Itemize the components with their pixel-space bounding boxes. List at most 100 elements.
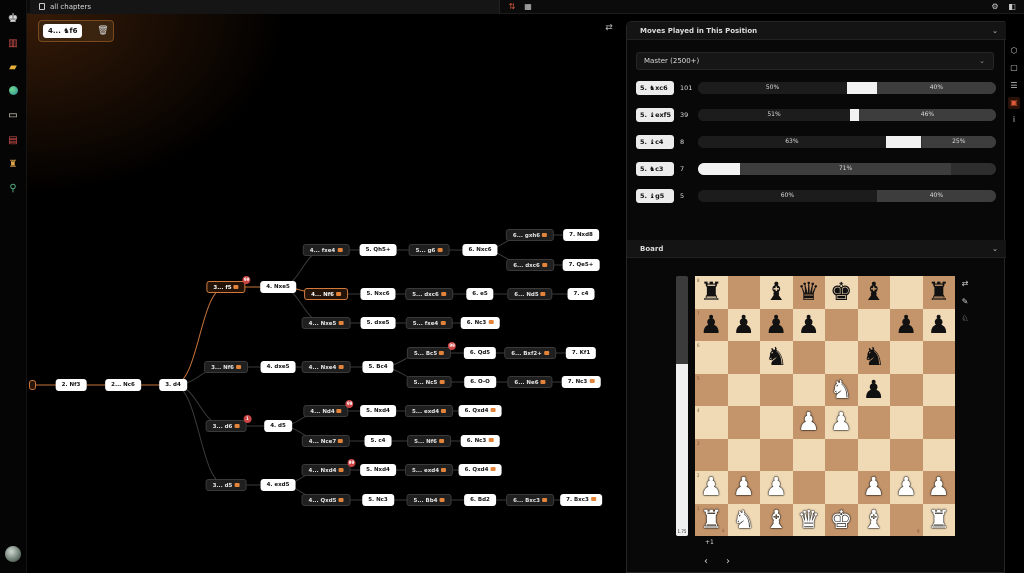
board-square[interactable]: [890, 438, 923, 471]
white-knight-piece[interactable]: ♞: [728, 504, 761, 537]
board-square[interactable]: [727, 341, 760, 374]
tree-node[interactable]: 7. Kf1: [565, 347, 597, 359]
board-square[interactable]: [922, 373, 955, 406]
comment-icon[interactable]: ▢: [1008, 62, 1020, 74]
tree-node[interactable]: 3... d6 1: [205, 415, 252, 432]
move-button[interactable]: 5. ♞c3: [636, 162, 674, 176]
black-pawn-piece[interactable]: ♟: [858, 374, 891, 407]
tree-node[interactable]: 3... Nf6: [204, 361, 248, 373]
tree-node[interactable]: 4. exd5: [260, 479, 296, 491]
tree-node[interactable]: 4. Nxe5: [260, 281, 296, 293]
black-rook-piece[interactable]: ♜: [923, 276, 956, 309]
book-icon[interactable]: ▭: [7, 110, 19, 122]
board-square[interactable]: [857, 406, 890, 439]
board-square[interactable]: [890, 406, 923, 439]
tree-node[interactable]: 4... Nxe5: [301, 317, 351, 329]
move-stat-row[interactable]: 5. ♝c4 8 63% 25%: [636, 135, 996, 149]
tree-node[interactable]: 6. Nc3: [460, 317, 500, 329]
move-button[interactable]: 5. ♝exf5: [636, 108, 674, 122]
board-square[interactable]: [760, 373, 793, 406]
white-king-piece[interactable]: ♚: [825, 504, 858, 537]
board-square[interactable]: [857, 438, 890, 471]
pencil-icon[interactable]: ✎: [960, 297, 970, 307]
tree-node[interactable]: 5... g6: [408, 244, 450, 256]
chess-board[interactable]: ♜ ♝ ♛ ♚ ♝ ♜ ♟ ♟ ♟ ♟ ♟ ♟ ♞ ♞ ♞ ♟ ♟ ♟ ♟ ♟ ♟ ♟ ♟ ♟ ♜ ♞ ♝ ♛ ♚ ♝ ♜ 8 7 6 5 4 3 2 1 a…: [695, 276, 955, 536]
board-view-icon[interactable]: ▦: [523, 2, 533, 12]
tree-node[interactable]: 5. Bc4: [362, 361, 394, 373]
move-stat-row[interactable]: 5. ♝exf5 39 51% 46%: [636, 108, 996, 122]
white-pawn-piece[interactable]: ♟: [825, 406, 858, 439]
move-stat-row[interactable]: 5. ♞xc6 101 50% 40%: [636, 81, 996, 95]
tree-node[interactable]: 5... fxe4: [405, 317, 453, 329]
flip-board-icon[interactable]: ⇄: [960, 279, 970, 289]
board-square[interactable]: [760, 406, 793, 439]
black-bishop-piece[interactable]: ♝: [760, 276, 793, 309]
tree-node[interactable]: 6. Qxd4: [458, 405, 502, 417]
tree-node[interactable]: 6. Qxd4: [458, 464, 502, 476]
black-pawn-piece[interactable]: ♟: [728, 309, 761, 342]
tree-node[interactable]: 7. Nxd8: [563, 229, 599, 241]
black-queen-piece[interactable]: ♛: [793, 276, 826, 309]
white-pawn-piece[interactable]: ♟: [760, 471, 793, 504]
library-icon[interactable]: ▥: [7, 38, 19, 50]
tree-node[interactable]: 4... Nd4 99: [303, 400, 354, 417]
cube-icon[interactable]: ⬡: [1008, 45, 1020, 57]
tree-node[interactable]: 7. c4: [567, 288, 595, 300]
tree-node[interactable]: 5. Qh5+: [359, 244, 397, 256]
tree-node[interactable]: 5... Bc5 99: [406, 342, 457, 359]
tree-node[interactable]: 6. Qd5: [463, 347, 497, 359]
white-queen-piece[interactable]: ♛: [793, 504, 826, 537]
tree-node[interactable]: 6... dxc6: [506, 259, 554, 271]
tree-node[interactable]: 3. d4: [159, 379, 187, 391]
swap-icon[interactable]: ⇄: [603, 23, 615, 35]
white-pawn-piece[interactable]: ♟: [890, 471, 923, 504]
board-square[interactable]: [890, 276, 923, 309]
globe-icon[interactable]: [7, 86, 19, 98]
move-button[interactable]: 5. ♝g5: [636, 189, 674, 203]
rating-filter-select[interactable]: Master (2500+) ⌄: [636, 52, 994, 70]
move-button[interactable]: 5. ♞xc6: [636, 81, 674, 95]
white-pawn-piece[interactable]: ♟: [923, 471, 956, 504]
black-knight-piece[interactable]: ♞: [858, 341, 891, 374]
move-stat-row[interactable]: 5. ♝g5 5 60% 40%: [636, 189, 996, 203]
white-knight-piece[interactable]: ♞: [825, 374, 858, 407]
move-button[interactable]: 5. ♝c4: [636, 135, 674, 149]
board-square[interactable]: [760, 438, 793, 471]
board-icon[interactable]: ▤: [7, 135, 19, 147]
board-square[interactable]: [890, 373, 923, 406]
tree-node[interactable]: 4... Nce7: [301, 435, 351, 447]
tree-node[interactable]: 4... Qxd5: [301, 494, 351, 506]
board-square[interactable]: [825, 471, 858, 504]
board-square[interactable]: [727, 276, 760, 309]
chevron-left-icon[interactable]: ‹: [701, 556, 711, 567]
chevron-down-icon[interactable]: ⌄: [992, 22, 998, 40]
tree-node[interactable]: 5. Nxc6: [360, 288, 396, 300]
trash-icon[interactable]: 🗑: [97, 25, 109, 37]
tree-node[interactable]: 5. Nxd4: [360, 405, 396, 417]
move-stat-row[interactable]: 5. ♞c3 7 71%: [636, 162, 996, 176]
tree-node[interactable]: 6. Bd2: [464, 494, 496, 506]
tree-node[interactable]: 5... exd4: [404, 405, 454, 417]
board-square[interactable]: [857, 308, 890, 341]
tree-node[interactable]: 6... Ne6: [507, 376, 553, 388]
board-square[interactable]: [792, 373, 825, 406]
tree-node[interactable]: 4... fxe4: [302, 244, 350, 256]
black-pawn-piece[interactable]: ♟: [923, 309, 956, 342]
puzzle-icon[interactable]: ♜: [7, 159, 19, 171]
tree-node[interactable]: 3... d5: [205, 479, 247, 491]
tree-node[interactable]: 6... Bxc3: [506, 494, 554, 506]
tree-node[interactable]: 7. Nc3: [561, 376, 601, 388]
avatar[interactable]: [5, 546, 21, 562]
tree-node[interactable]: 5. Nxd4: [360, 464, 396, 476]
white-rook-piece[interactable]: ♜: [923, 504, 956, 537]
tree-node[interactable]: 5. c4: [364, 435, 392, 447]
board-square[interactable]: [727, 406, 760, 439]
tree-node[interactable]: 3... f5 99: [206, 276, 251, 293]
engine-icon[interactable]: ♘: [960, 314, 970, 324]
tree-node[interactable]: 4... Nf6: [304, 288, 348, 300]
white-pawn-piece[interactable]: ♟: [728, 471, 761, 504]
current-move-pill[interactable]: 4... ♞f6: [43, 24, 83, 38]
tree-node[interactable]: 7. Bxc3: [560, 494, 602, 506]
black-bishop-piece[interactable]: ♝: [858, 276, 891, 309]
board-square[interactable]: [792, 471, 825, 504]
